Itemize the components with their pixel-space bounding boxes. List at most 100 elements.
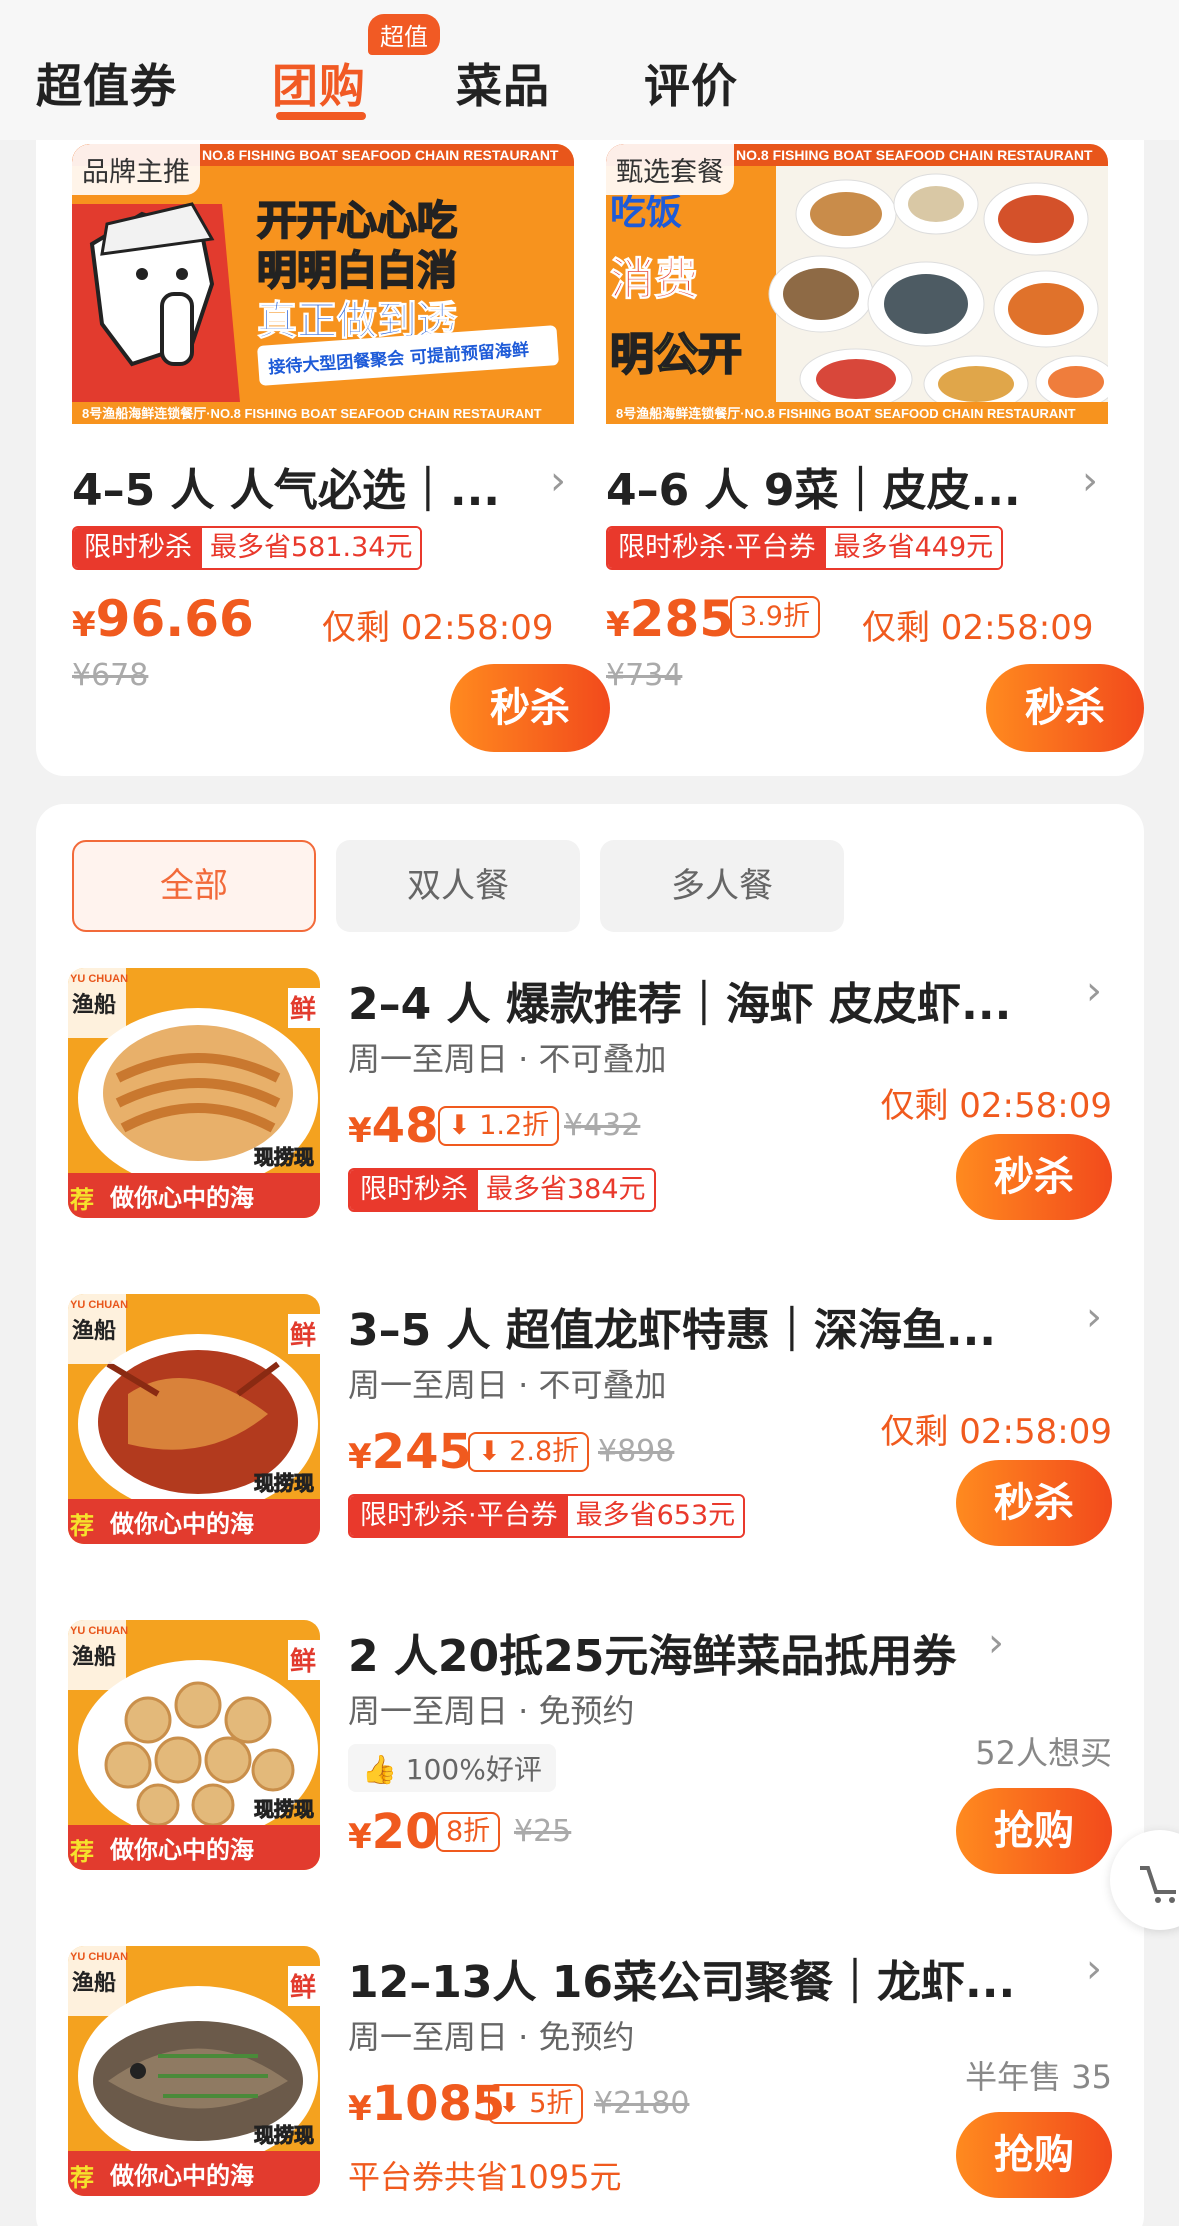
countdown-timer: 仅剩 02:58:09 xyxy=(880,1412,1112,1452)
svg-text:渔船: 渔船 xyxy=(72,1644,116,1670)
buy-now-button[interactable]: 抢购 xyxy=(956,2112,1112,2198)
deal-title: 4–6 人 9菜｜皮皮... xyxy=(606,465,1021,516)
featured-deal[interactable]: NO.8 FISHING BOAT SEAFOOD CHAIN RESTAURA… xyxy=(606,144,1144,752)
dish-thumbnail: YU CHUAN 渔船 鲜 现捞现 荐 做你心中的海 xyxy=(68,1620,320,1870)
svg-text:现捞现: 现捞现 xyxy=(254,2123,314,2147)
deal-banner-image: NO.8 FISHING BOAT SEAFOOD CHAIN RESTAURA… xyxy=(72,144,574,424)
deal-title: 3–5 人 超值龙虾特惠｜深海鱼... xyxy=(348,1305,997,1356)
wants-count: 52人想买 xyxy=(975,1734,1112,1772)
promo-tag: 限时秒杀 最多省384元 xyxy=(348,1168,656,1212)
deal-price: ¥96.66 xyxy=(72,590,254,648)
deal-list-item[interactable]: YU CHUAN 渔船 鲜 现捞现 荐 做你心中的海 3–5 人 超值龙虾特惠｜… xyxy=(68,1294,1112,1546)
original-price: ¥734 xyxy=(606,658,683,693)
promo-tag: 限时秒杀·平台券 最多省653元 xyxy=(348,1494,746,1538)
svg-text:荐: 荐 xyxy=(70,2164,94,2192)
svg-text:明明白白消: 明明白白消 xyxy=(257,248,457,294)
svg-text:渔船: 渔船 xyxy=(72,1970,116,1996)
deal-price: ¥20 xyxy=(348,1804,439,1860)
arrow-down-icon: ⬇ xyxy=(478,1436,501,1467)
tab-group-buy[interactable]: 团购 xyxy=(272,50,366,116)
svg-text:消费: 消费 xyxy=(610,254,698,305)
flash-sale-button[interactable]: 秒杀 xyxy=(986,664,1144,752)
buy-now-button[interactable]: 抢购 xyxy=(956,1788,1112,1874)
tab-reviews[interactable]: 评价 xyxy=(644,50,738,116)
active-tab-indicator xyxy=(276,112,366,120)
svg-text:现捞现: 现捞现 xyxy=(254,1471,314,1495)
deal-title: 4–5 人 人气必选｜... xyxy=(72,465,501,516)
svg-text:做你心中的海: 做你心中的海 xyxy=(109,1510,254,1538)
arrow-down-icon: ⬇ xyxy=(448,1110,471,1141)
original-price: ¥2180 xyxy=(594,2086,690,2121)
deal-title: 12–13人 16菜公司聚餐｜龙虾... xyxy=(348,1957,1016,2008)
chevron-right-icon: › xyxy=(1086,1294,1102,1340)
svg-text:YU CHUAN: YU CHUAN xyxy=(70,1299,128,1311)
svg-text:开开心心吃: 开开心心吃 xyxy=(257,198,457,244)
promo-label: 限时秒杀 xyxy=(74,528,202,568)
thumbs-up-icon: 👍 xyxy=(362,1753,397,1786)
featured-deals-card: NO.8 FISHING BOAT SEAFOOD CHAIN RESTAURA… xyxy=(36,140,1144,776)
featured-deal[interactable]: NO.8 FISHING BOAT SEAFOOD CHAIN RESTAURA… xyxy=(72,144,610,752)
discount-badge: ⬇ 5折 xyxy=(488,2084,584,2124)
floating-cart-button[interactable] xyxy=(1110,1830,1179,1930)
chevron-right-icon: › xyxy=(1086,1946,1102,1992)
tab-badge: 超值 xyxy=(368,14,440,55)
deal-tag: 品牌主推 xyxy=(72,144,200,195)
arrow-down-icon: ⬇ xyxy=(498,2088,521,2119)
promo-savings: 最多省449元 xyxy=(825,528,1002,568)
deal-availability: 周一至周日 · 免预约 xyxy=(348,2018,635,2056)
discount-badge: 8折 xyxy=(436,1812,501,1852)
deal-title: 2 人20抵25元海鲜菜品抵用券 xyxy=(348,1631,957,1682)
deal-list-item[interactable]: YU CHUAN 渔船 鲜 现捞现 荐 做你心中的海 12–13人 16菜公司聚… xyxy=(68,1946,1112,2198)
svg-text:现捞现: 现捞现 xyxy=(254,1145,314,1169)
original-price: ¥432 xyxy=(564,1108,641,1143)
deal-list-item[interactable]: YU CHUAN 渔船 鲜 现捞现 荐 做你心中的海 2–4 人 爆款推荐｜海虾… xyxy=(68,968,1112,1220)
deal-price: ¥285 xyxy=(606,590,735,648)
discount-badge: ⬇ 2.8折 xyxy=(468,1432,590,1472)
dish-thumbnail: YU CHUAN 渔船 鲜 现捞现 荐 做你心中的海 xyxy=(68,1946,320,2196)
filter-two-person[interactable]: 双人餐 xyxy=(336,840,580,932)
flash-sale-button[interactable]: 秒杀 xyxy=(450,664,610,752)
promo-tag: 限时秒杀 最多省581.34元 xyxy=(72,526,423,570)
deal-price: ¥245 xyxy=(348,1424,472,1480)
svg-text:做你心中的海: 做你心中的海 xyxy=(109,1836,254,1864)
deal-availability: 周一至周日 · 不可叠加 xyxy=(348,1366,667,1404)
filter-all[interactable]: 全部 xyxy=(72,840,316,932)
original-price: ¥898 xyxy=(598,1434,675,1469)
original-price: ¥678 xyxy=(72,658,149,693)
svg-text:做你心中的海: 做你心中的海 xyxy=(109,1184,254,1212)
filter-multi-person[interactable]: 多人餐 xyxy=(600,840,844,932)
svg-text:8号渔船海鲜连锁餐厅·NO.8 FISHING BOAT S: 8号渔船海鲜连锁餐厅·NO.8 FISHING BOAT SEAFOOD CHA… xyxy=(82,406,542,421)
promo-savings: 最多省581.34元 xyxy=(202,528,421,568)
countdown-timer: 仅剩 02:58:09 xyxy=(880,1086,1112,1126)
promo-tag: 限时秒杀·平台券 最多省449元 xyxy=(606,526,1004,570)
original-price: ¥25 xyxy=(514,1814,572,1849)
sales-count: 半年售 35 xyxy=(965,2058,1112,2096)
svg-text:NO.8 FISHING BOAT SEAFOOD CHAI: NO.8 FISHING BOAT SEAFOOD CHAIN RESTAURA… xyxy=(202,147,559,163)
deal-price: ¥1085 xyxy=(348,2076,506,2132)
svg-text:鲜: 鲜 xyxy=(290,1973,316,2003)
deal-availability: 周一至周日 · 不可叠加 xyxy=(348,1040,667,1078)
chevron-right-icon: › xyxy=(550,458,566,504)
dish-thumbnail: YU CHUAN 渔船 鲜 现捞现 荐 做你心中的海 xyxy=(68,1294,320,1544)
svg-text:现捞现: 现捞现 xyxy=(254,1797,314,1821)
deal-list-item[interactable]: YU CHUAN 渔船 鲜 现捞现 荐 做你心中的海 2 人20抵25元海鲜菜品… xyxy=(68,1620,1112,1874)
flash-sale-button[interactable]: 秒杀 xyxy=(956,1134,1112,1220)
svg-text:NO.8 FISHING BOAT SEAFOOD CHAI: NO.8 FISHING BOAT SEAFOOD CHAIN RESTAURA… xyxy=(736,147,1093,163)
svg-text:荐: 荐 xyxy=(70,1186,94,1214)
deal-price: ¥48 xyxy=(348,1098,439,1154)
dish-thumbnail: YU CHUAN 渔船 鲜 现捞现 荐 做你心中的海 xyxy=(68,968,320,1218)
svg-text:吃饭: 吃饭 xyxy=(610,192,682,233)
deal-title: 2–4 人 爆款推荐｜海虾 皮皮虾... xyxy=(348,979,1012,1030)
top-tab-bar: 超值券 团购 超值 菜品 评价 xyxy=(0,0,1179,140)
deal-availability: 周一至周日 · 免预约 xyxy=(348,1692,635,1730)
rating-badge: 👍 100%好评 xyxy=(348,1744,556,1792)
svg-text:YU CHUAN: YU CHUAN xyxy=(70,973,128,985)
svg-text:荐: 荐 xyxy=(70,1838,94,1866)
tab-dishes[interactable]: 菜品 xyxy=(456,50,550,116)
discount-badge: ⬇ 1.2折 xyxy=(438,1106,560,1146)
tab-coupons[interactable]: 超值券 xyxy=(36,50,177,116)
flash-sale-button[interactable]: 秒杀 xyxy=(956,1460,1112,1546)
svg-text:鲜: 鲜 xyxy=(290,1321,316,1351)
countdown-timer: 仅剩 02:58:09 xyxy=(322,608,554,648)
chevron-right-icon: › xyxy=(1086,968,1102,1014)
